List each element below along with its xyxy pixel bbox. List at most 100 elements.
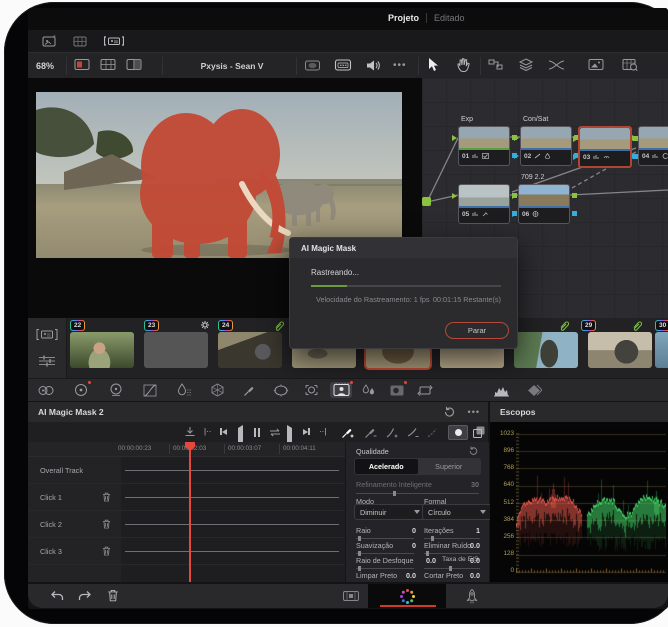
refine-web-icon[interactable]	[208, 382, 226, 398]
select-arrow-tool[interactable]	[426, 57, 439, 72]
param-value[interactable]: 0.0	[462, 571, 480, 580]
undo-icon[interactable]	[50, 590, 64, 602]
node-05[interactable]: 05	[452, 184, 517, 224]
param-value[interactable]: 0.0	[466, 556, 480, 565]
track-row-click2[interactable]: Click 2	[28, 511, 345, 538]
mode-dropdown[interactable]: Diminuir	[354, 504, 426, 520]
export-track-icon[interactable]	[184, 426, 196, 438]
param-value[interactable]: 0	[398, 526, 416, 535]
range-out-icon[interactable]: ··|	[319, 427, 326, 436]
lut-browser-icon[interactable]	[622, 58, 638, 71]
param-slider[interactable]	[424, 551, 480, 556]
settings-reset-icon[interactable]	[468, 446, 479, 456]
graph-input-socket[interactable]	[422, 197, 431, 206]
timeline-playhead[interactable]	[185, 442, 195, 582]
clip-24[interactable]	[218, 332, 282, 368]
audio-icon[interactable]	[365, 59, 380, 72]
param-value[interactable]: 1	[462, 526, 480, 535]
gallery-panel-icon[interactable]	[588, 58, 604, 71]
grid-viewer-icon[interactable]	[100, 58, 116, 71]
timeline-settings-icon[interactable]	[38, 354, 56, 368]
refine-slider[interactable]	[356, 491, 479, 496]
range-in-icon[interactable]: |··	[204, 427, 211, 436]
stroke-soft-tool[interactable]	[426, 426, 439, 439]
shape-dropdown[interactable]: Círculo	[422, 504, 492, 520]
scope-histogram-icon[interactable]	[492, 382, 510, 398]
sizing-icon[interactable]	[416, 382, 434, 398]
param-value[interactable]: 0.0	[462, 541, 480, 550]
skip-end-button[interactable]	[303, 428, 310, 435]
node-02[interactable]: Con/Sat 02	[514, 116, 579, 166]
redo-icon[interactable]	[78, 590, 92, 602]
blur-icon[interactable]	[360, 382, 378, 398]
pause-button[interactable]	[254, 428, 260, 437]
delete-icon[interactable]	[107, 589, 119, 602]
stroke-add-tool[interactable]	[385, 426, 398, 439]
delete-track-icon[interactable]	[102, 519, 111, 529]
stroke-subtract-tool[interactable]	[406, 426, 419, 439]
panel-more-icon[interactable]: •••	[468, 407, 480, 417]
stills-album-icon[interactable]	[42, 35, 57, 47]
stop-tracking-button[interactable]: Parar	[445, 322, 509, 339]
clip-30[interactable]	[655, 332, 668, 368]
param-slider[interactable]	[424, 566, 480, 571]
tab-cut-page[interactable]	[342, 589, 360, 603]
track-row-overall[interactable]: Overall Track	[28, 457, 345, 484]
mask-overlay-toggle[interactable]	[448, 425, 468, 440]
gallery-grid-icon[interactable]	[73, 35, 88, 47]
skip-start-button[interactable]	[220, 428, 227, 435]
power-window-icon[interactable]	[272, 382, 290, 398]
split-screen-icon[interactable]	[104, 35, 124, 47]
quality-option-superior[interactable]: Superior	[418, 459, 481, 474]
single-viewer-icon[interactable]	[74, 58, 90, 71]
reset-icon[interactable]	[443, 406, 456, 418]
clip-22[interactable]	[70, 332, 134, 368]
color-wheels-3d-icon[interactable]	[37, 382, 55, 398]
param-value[interactable]: 0.0	[398, 571, 416, 580]
clip-settings-gear-icon[interactable]	[200, 320, 210, 330]
picker-subtract-tool[interactable]	[364, 426, 377, 439]
more-options-icon[interactable]: •••	[393, 60, 407, 71]
delete-track-icon[interactable]	[102, 546, 111, 556]
track-row-click3[interactable]: Click 3	[28, 538, 345, 565]
track-row-click1[interactable]: Click 1	[28, 484, 345, 511]
node-03-selected[interactable]: 03	[573, 126, 638, 168]
param-value[interactable]: 0	[398, 541, 416, 550]
primary-wheel-icon[interactable]	[72, 381, 91, 398]
broadcast-monitor-icon[interactable]	[334, 58, 352, 72]
tab-color-page-active[interactable]	[368, 584, 446, 608]
node-06[interactable]: 709 2.2 06	[512, 174, 577, 224]
clip-frame-icon[interactable]	[36, 328, 58, 341]
param-value[interactable]: 0.0	[422, 556, 436, 565]
curves-icon[interactable]	[141, 382, 159, 398]
quality-segmented-control[interactable]: Acelerado Superior	[354, 458, 481, 475]
magic-mask-icon[interactable]	[330, 381, 353, 398]
split-viewer-icon[interactable]	[126, 58, 142, 71]
scope-layers-icon[interactable]	[525, 382, 543, 398]
quality-option-accelerated[interactable]: Acelerado	[355, 459, 418, 474]
clip-23[interactable]	[144, 332, 208, 368]
project-menu[interactable]: Projeto	[388, 13, 419, 23]
clip-28[interactable]	[514, 332, 578, 368]
safe-area-icon[interactable]	[304, 59, 321, 72]
delete-track-icon[interactable]	[102, 492, 111, 502]
node-splitter-icon[interactable]	[548, 59, 565, 71]
current-clip-title[interactable]: Pxysis - Sean V	[201, 61, 264, 71]
key-icon[interactable]	[388, 381, 407, 398]
picker-add-tool[interactable]	[341, 426, 354, 439]
picker-tool-icon[interactable]	[240, 382, 258, 398]
clip-29[interactable]	[588, 332, 652, 368]
param-slider[interactable]	[424, 536, 480, 541]
node-connect-icon[interactable]	[488, 58, 504, 71]
tab-deliver-page[interactable]	[464, 588, 480, 604]
tracker-icon[interactable]	[302, 382, 320, 398]
loop-playback-icon[interactable]	[268, 427, 282, 438]
paste-attributes-icon[interactable]	[472, 425, 486, 439]
hand-pan-tool[interactable]	[456, 57, 470, 72]
node-01[interactable]: Exp 01	[452, 116, 517, 166]
param-slider[interactable]	[356, 536, 414, 541]
hdr-wheel-icon[interactable]	[107, 382, 125, 398]
node-04[interactable]: 04	[632, 126, 668, 166]
param-slider[interactable]	[356, 551, 414, 556]
node-layers-icon[interactable]	[518, 58, 534, 71]
